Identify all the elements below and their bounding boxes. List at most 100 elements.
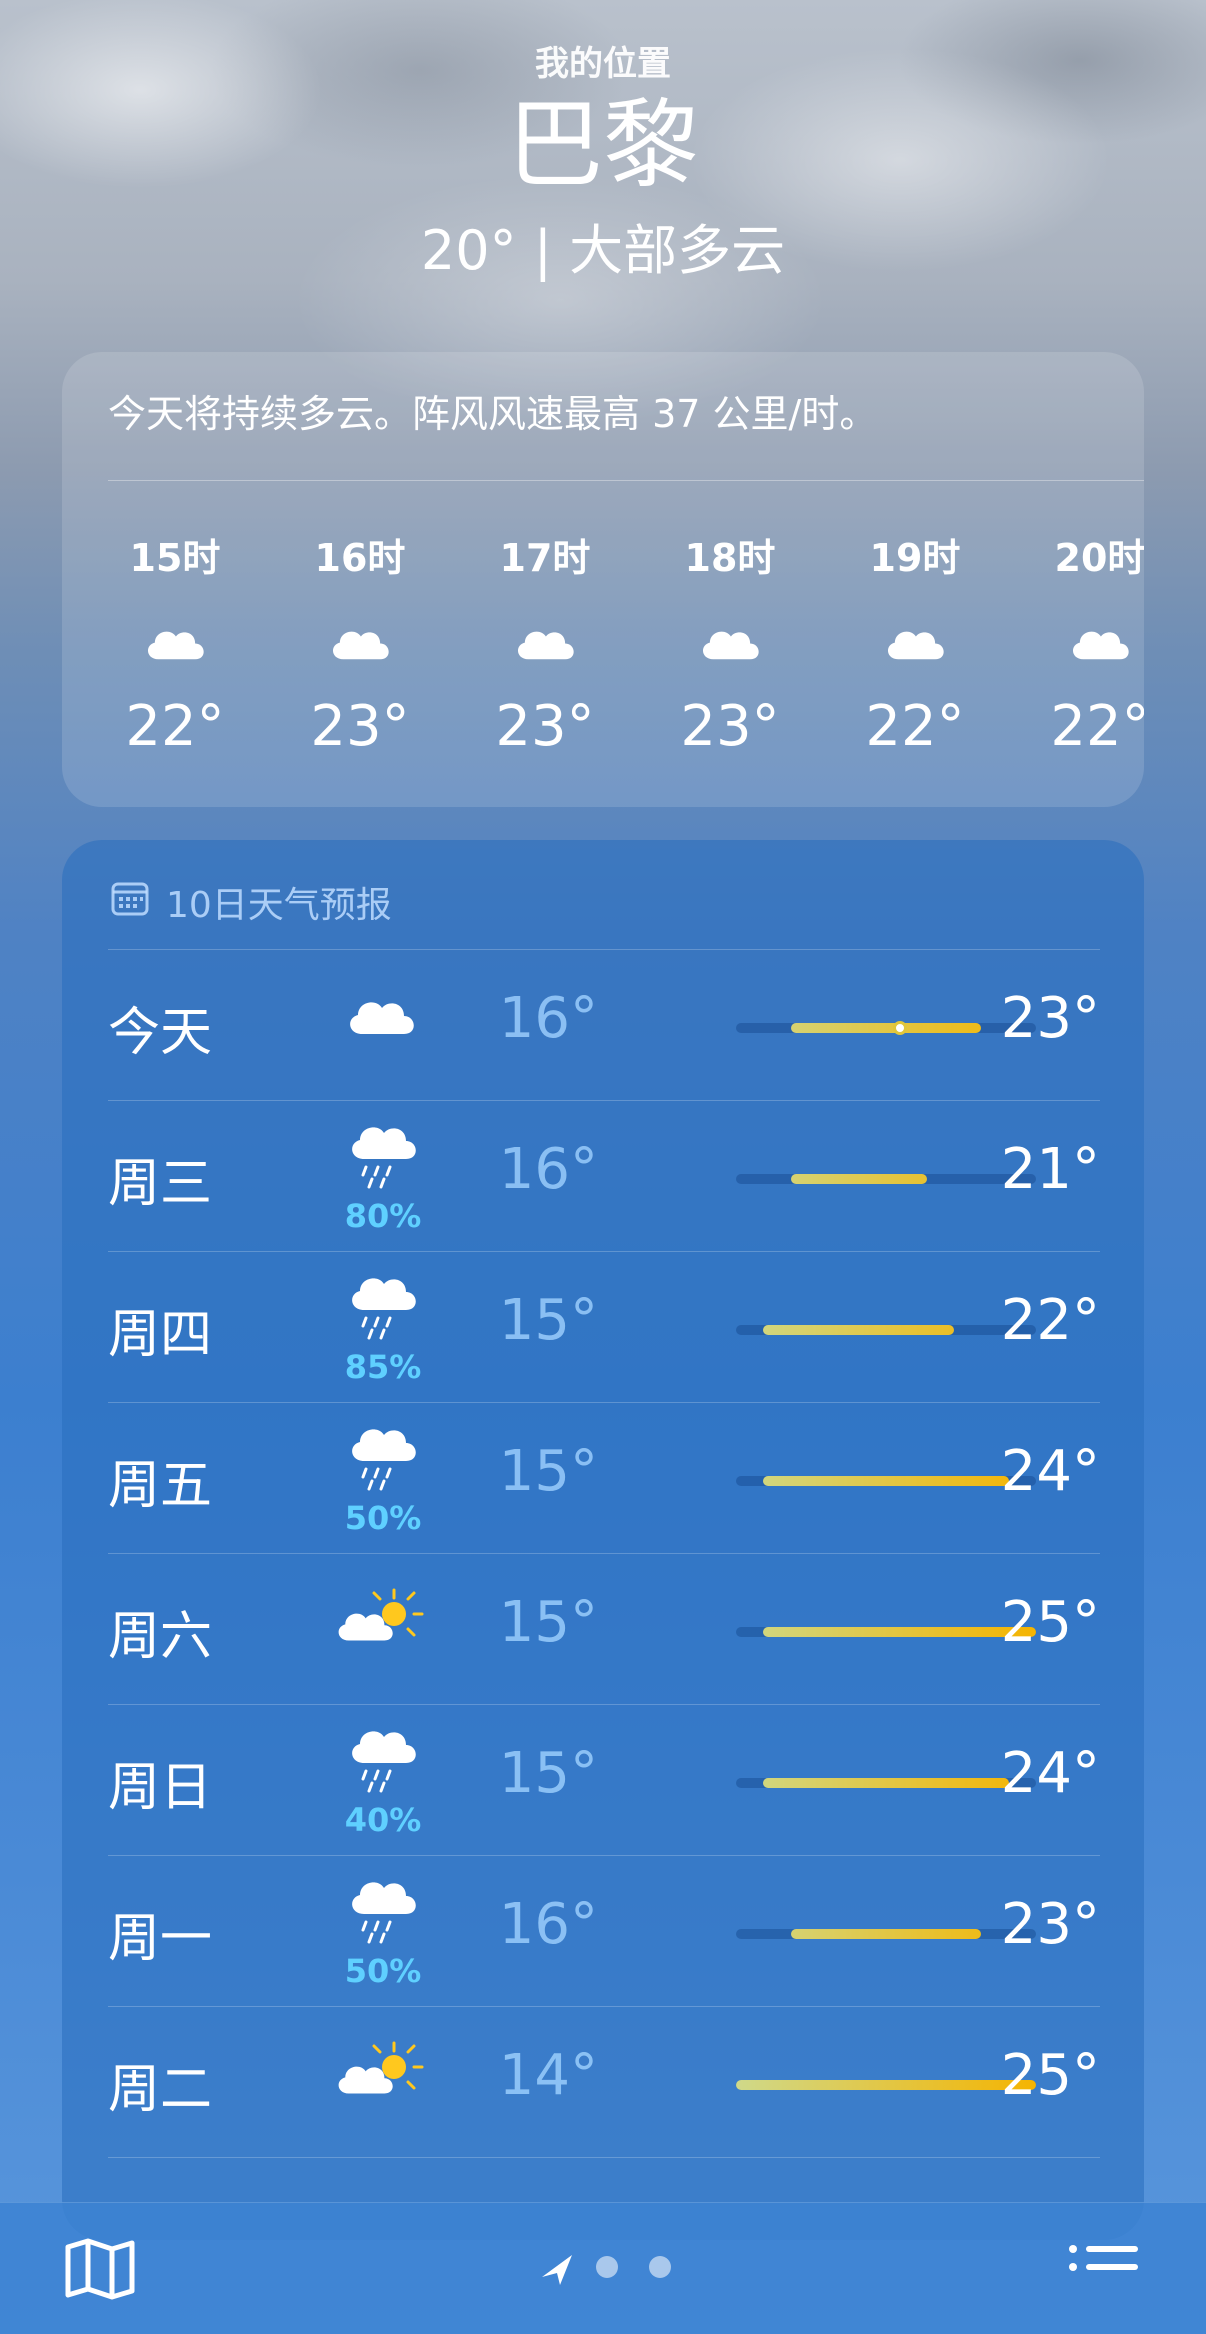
- low-temp: 15°: [498, 1590, 598, 1655]
- temp-range-bar: [736, 1325, 1036, 1335]
- bottom-toolbar: [0, 2202, 1206, 2334]
- hour-time: 20时: [1054, 536, 1144, 580]
- day-label: 周三: [108, 1154, 213, 1214]
- map-icon[interactable]: [64, 2237, 136, 2301]
- cloud-rain-icon: [352, 1127, 416, 1189]
- cloud-icon: [350, 1002, 414, 1034]
- hour-temp: 22°: [865, 694, 965, 759]
- hour-temp: 23°: [310, 694, 410, 759]
- day-label: 周四: [108, 1305, 213, 1365]
- divider: [108, 480, 1144, 481]
- divider: [108, 2157, 1100, 2158]
- temp-range-bar: [736, 1929, 1036, 1939]
- high-temp: 25°: [1000, 2043, 1100, 2108]
- current-temp-marker: [892, 1021, 907, 1035]
- daily-row[interactable]: 周五 50% 15° 24°: [108, 1403, 1100, 1554]
- temp-range-fill: [763, 1476, 1009, 1486]
- temp-range-fill: [763, 1627, 1036, 1637]
- partly-sunny-icon: [338, 2041, 424, 2094]
- hour-temp: 23°: [495, 694, 595, 759]
- hourly-scroller[interactable]: 15时 22° 16时 23° 17时 23° 18时 23° 19时 22° 20时 22°: [108, 497, 1144, 797]
- high-temp: 24°: [1000, 1439, 1100, 1504]
- cloud-icon: [887, 631, 944, 660]
- cloud-icon: [147, 631, 204, 660]
- high-temp: 21°: [1000, 1137, 1100, 1202]
- hour-time: 15时: [129, 536, 221, 580]
- temp-range-fill: [763, 1778, 1009, 1788]
- daily-forecast-card[interactable]: 10日天气预报 今天 16° 23° 周三 80% 16° 21° 周四 85% 15° 22° 周五…: [62, 840, 1144, 2240]
- location-arrow-icon: [542, 2255, 572, 2285]
- low-temp: 15°: [498, 1741, 598, 1806]
- temp-range-bar: [736, 1627, 1036, 1637]
- day-label: 周一: [108, 1909, 213, 1969]
- temp-range-bar: [736, 1476, 1036, 1486]
- cloud-icon: [332, 631, 389, 660]
- low-temp: 16°: [498, 1137, 598, 1202]
- hour-time: 19时: [869, 536, 961, 580]
- daily-forecast-title: 10日天气预报: [166, 885, 392, 926]
- high-temp: 22°: [1000, 1288, 1100, 1353]
- day-label: 周二: [108, 2060, 213, 2120]
- day-label: 周日: [108, 1758, 213, 1818]
- high-temp: 24°: [1000, 1741, 1100, 1806]
- low-temp: 16°: [498, 986, 598, 1051]
- current-conditions: 20° | 大部多云: [420, 218, 786, 282]
- partly-sunny-icon: [338, 1588, 424, 1641]
- day-label: 周六: [108, 1607, 213, 1667]
- daily-row[interactable]: 周日 40% 15° 24°: [108, 1705, 1100, 1856]
- high-temp: 23°: [1000, 1892, 1100, 1957]
- cloud-rain-icon: [352, 1429, 416, 1491]
- high-temp: 25°: [1000, 1590, 1100, 1655]
- page-dot: [596, 2256, 618, 2278]
- page-dot: [649, 2256, 671, 2278]
- hour-temp: 23°: [680, 694, 780, 759]
- precip-chance: 50%: [344, 1499, 422, 1537]
- hour-item: 17时 23°: [470, 497, 620, 759]
- daily-row[interactable]: 周一 50% 16° 23°: [108, 1856, 1100, 2007]
- low-temp: 14°: [498, 2043, 598, 2108]
- temp-range-bar: [736, 2080, 1036, 2090]
- cloud-rain-icon: [352, 1731, 416, 1793]
- daily-row[interactable]: 今天 16° 23°: [108, 950, 1100, 1101]
- forecast-summary: 今天将持续多云。阵风风速最高 37 公里/时。: [108, 392, 878, 436]
- hour-item: 15时 22°: [108, 497, 250, 759]
- cloud-icon: [517, 631, 574, 660]
- cloud-rain-icon: [352, 1882, 416, 1944]
- hour-time: 18时: [684, 536, 776, 580]
- temp-range-fill: [790, 1929, 982, 1939]
- location-header: 我的位置 巴黎 20° | 大部多云: [0, 36, 1206, 285]
- temp-range-fill: [736, 2080, 1036, 2090]
- calendar-icon: [111, 882, 149, 916]
- daily-row[interactable]: 周三 80% 16° 21°: [108, 1101, 1100, 1252]
- cloud-icon: [1072, 631, 1129, 660]
- hourly-forecast-card[interactable]: 今天将持续多云。阵风风速最高 37 公里/时。 15时 22° 16时 23° 17时 2…: [62, 352, 1144, 807]
- hour-temp: 22°: [1050, 694, 1144, 759]
- location-label: 我的位置: [535, 44, 671, 84]
- low-temp: 15°: [498, 1288, 598, 1353]
- daily-row[interactable]: 周二 14° 25°: [108, 2007, 1100, 2158]
- precip-chance: 80%: [344, 1197, 422, 1235]
- cloud-icon: [702, 631, 759, 660]
- hour-item: 20时 22°: [1025, 497, 1144, 759]
- precip-chance: 50%: [344, 1952, 422, 1990]
- hour-temp: 22°: [125, 694, 225, 759]
- daily-row[interactable]: 周四 85% 15° 22°: [108, 1252, 1100, 1403]
- daily-row[interactable]: 周六 15° 25°: [108, 1554, 1100, 1705]
- hour-time: 17时: [499, 536, 591, 580]
- temp-range-bar: [736, 1174, 1036, 1184]
- city-name: 巴黎: [507, 89, 699, 201]
- day-label: 今天: [108, 1003, 213, 1063]
- hour-time: 16时: [314, 536, 406, 580]
- list-icon[interactable]: [1068, 2241, 1140, 2291]
- precip-chance: 40%: [344, 1801, 422, 1839]
- low-temp: 15°: [498, 1439, 598, 1504]
- temp-range-bar: [736, 1021, 1036, 1035]
- temp-range-fill: [790, 1023, 982, 1033]
- cloud-rain-icon: [352, 1278, 416, 1340]
- hour-item: 19时 22°: [840, 497, 990, 759]
- precip-chance: 85%: [344, 1348, 422, 1386]
- hour-item: 18时 23°: [655, 497, 805, 759]
- page-indicator[interactable]: [530, 2247, 690, 2287]
- temp-range-bar: [736, 1778, 1036, 1788]
- daily-forecast-header: 10日天气预报: [62, 840, 1144, 950]
